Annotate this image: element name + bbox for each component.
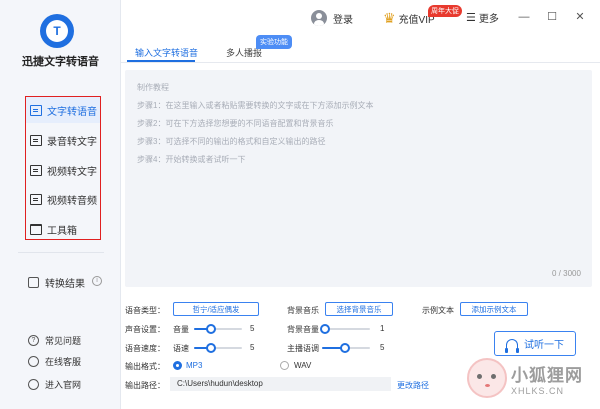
rate-value: 5 — [250, 343, 255, 352]
bgm-volume-slider[interactable] — [320, 324, 370, 334]
active-tab-indicator — [127, 60, 195, 62]
sample-text-button[interactable]: 添加示例文本 — [460, 302, 528, 316]
watermark: 小狐狸网 XHLKS.CN — [467, 358, 583, 398]
output-path-label: 输出路径： — [125, 381, 165, 390]
sound-settings-label: 声音设置： — [125, 325, 165, 334]
bgm-button[interactable]: 选择背景音乐 — [325, 302, 393, 316]
toolbox-icon — [30, 223, 42, 235]
minimize-button[interactable]: — — [518, 11, 530, 23]
fox-logo-icon — [467, 358, 507, 398]
volume-slider[interactable] — [194, 324, 242, 334]
change-path-link[interactable]: 更改路径 — [397, 380, 429, 391]
pitch-slider-handle[interactable] — [340, 343, 350, 353]
headphones-icon — [505, 338, 519, 353]
format-mp3-radio[interactable] — [173, 361, 182, 370]
info-icon[interactable]: i — [92, 276, 102, 286]
sidebar-item-record-to-text[interactable]: 录音转文字 — [26, 127, 100, 153]
sidebar-item-text-to-speech[interactable]: 文字转语音 — [26, 97, 100, 123]
rate-slider[interactable] — [194, 343, 242, 353]
sidebar-item-video-to-text[interactable]: 视频转文字 — [26, 157, 100, 183]
bgm-volume-value: 1 — [380, 324, 385, 333]
more-menu-button[interactable]: ☰ 更多 — [466, 10, 499, 25]
promo-badge: 周年大促 — [428, 5, 462, 17]
sidebar-item-label: 文字转语音 — [47, 106, 97, 118]
pitch-label: 主播语调 — [287, 344, 319, 353]
app-title: 迅捷文字转语音 — [22, 56, 99, 68]
chat-icon — [28, 356, 39, 367]
video-document-icon — [30, 164, 42, 176]
record-document-icon — [30, 134, 42, 146]
close-button[interactable]: ✕ — [574, 11, 586, 23]
menu-icon: ☰ — [466, 12, 476, 24]
rate-label: 语速 — [173, 344, 189, 353]
sidebar-divider — [18, 252, 104, 253]
voice-type-button[interactable]: 哲宁/适应偶发 — [173, 302, 259, 316]
volume-label: 音量 — [173, 325, 189, 334]
char-counter: 0 / 3000 — [552, 269, 581, 278]
hint-step-2: 步骤2：可在下方选择您想要的不同语音配置和背景音乐 — [137, 119, 334, 128]
globe-icon — [28, 379, 39, 390]
sidebar-item-toolbox[interactable]: 工具箱 — [26, 216, 100, 242]
text-document-icon — [30, 104, 42, 116]
output-format-label: 输出格式： — [125, 362, 165, 371]
tabs-divider — [121, 62, 600, 63]
sidebar-item-label: 工具箱 — [47, 225, 77, 237]
sidebar-item-label: 录音转文字 — [47, 136, 97, 148]
format-wav-radio[interactable] — [280, 361, 289, 370]
vip-button[interactable]: ♛ 充值VIP — [383, 10, 435, 27]
watermark-domain: XHLKS.CN — [511, 385, 565, 396]
output-path-field[interactable]: C:\Users\hudun\desktop — [170, 377, 391, 391]
bgm-label: 背景音乐 — [287, 306, 319, 315]
hint-title: 制作教程 — [137, 83, 169, 92]
results-icon — [28, 277, 39, 288]
app-logo-icon: T — [40, 14, 74, 48]
user-avatar-icon — [311, 10, 327, 26]
volume-slider-handle[interactable] — [206, 324, 216, 334]
voice-type-label: 语音类型： — [125, 306, 165, 315]
question-icon: ? — [28, 335, 39, 346]
format-wav-label: WAV — [294, 361, 312, 370]
listen-button[interactable]: 试听一下 — [494, 331, 576, 356]
format-mp3-label: MP3 — [186, 361, 203, 370]
faq-link[interactable]: ? 常见问题 — [28, 334, 81, 347]
maximize-button[interactable]: ☐ — [546, 11, 558, 23]
video-audio-icon — [30, 193, 42, 205]
official-site-link[interactable]: 进入官网 — [28, 378, 81, 391]
bgm-volume-label: 背景音量 — [287, 325, 319, 334]
online-service-link[interactable]: 在线客服 — [28, 355, 81, 368]
conversion-results-link[interactable]: 转换结果 — [28, 275, 85, 290]
lab-feature-badge: 实验功能 — [256, 35, 292, 49]
sidebar-item-label: 视频转文字 — [47, 166, 97, 178]
hint-step-1: 步骤1：在这里输入或者粘贴需要转换的文字或在下方添加示例文本 — [137, 101, 374, 110]
speech-speed-label: 语音速度： — [125, 344, 165, 353]
sidebar-item-video-to-audio[interactable]: 视频转音频 — [26, 186, 100, 212]
sidebar: T 迅捷文字转语音 文字转语音 录音转文字 视频转文字 视频转音频 工具箱 转换… — [0, 0, 121, 409]
volume-value: 5 — [250, 324, 255, 333]
sample-text-label: 示例文本 — [422, 306, 454, 315]
pitch-slider[interactable] — [322, 343, 370, 353]
pitch-value: 5 — [380, 343, 385, 352]
hint-step-4: 步骤4：开始转换或者试听一下 — [137, 155, 246, 164]
hint-step-3: 步骤3：可选择不同的输出的格式和自定义输出的路径 — [137, 137, 326, 146]
watermark-title: 小狐狸网 — [511, 365, 583, 385]
crown-icon: ♛ — [383, 10, 396, 26]
rate-slider-handle[interactable] — [206, 343, 216, 353]
login-button[interactable]: 登录 — [311, 10, 353, 26]
tab-input-text[interactable]: 输入文字转语音 — [135, 46, 198, 59]
sidebar-item-label: 视频转音频 — [47, 195, 97, 207]
bgm-volume-slider-handle[interactable] — [320, 324, 330, 334]
